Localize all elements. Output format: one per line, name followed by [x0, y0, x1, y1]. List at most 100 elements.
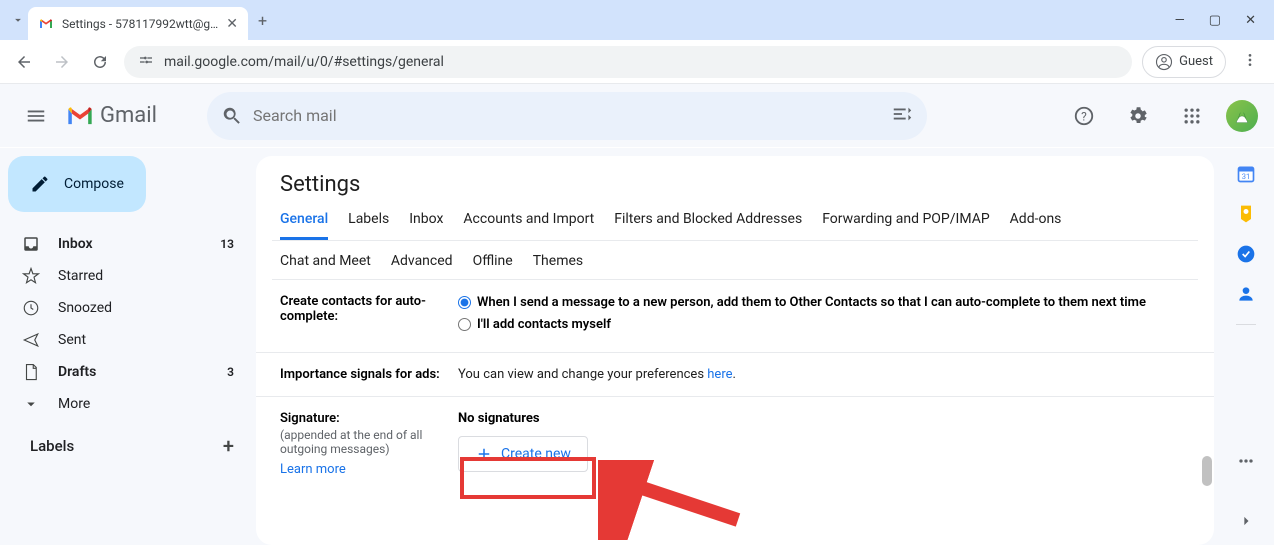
back-button[interactable]	[10, 48, 38, 76]
signature-learn-more-link[interactable]: Learn more	[280, 462, 450, 477]
browser-tab-strip: Settings - 578117992wtt@gm ✕ + — ▢ ✕	[0, 0, 1274, 40]
sidebar-item-count: 3	[227, 365, 234, 379]
window-controls: — ▢ ✕	[1175, 13, 1266, 28]
sidebar-item-label: Sent	[58, 332, 86, 348]
settings-tabs: General Labels Inbox Accounts and Import…	[256, 211, 1214, 240]
keep-icon[interactable]	[1236, 204, 1256, 224]
signature-sub: (appended at the end of all outgoing mes…	[280, 428, 450, 456]
sidebar-item-inbox[interactable]: Inbox 13	[0, 228, 248, 260]
gmail-logo-icon	[66, 105, 94, 127]
sidebar-item-label: More	[58, 396, 90, 412]
calendar-icon[interactable]: 31	[1236, 164, 1256, 184]
sidebar-item-sent[interactable]: Sent	[0, 324, 248, 356]
create-new-label: Create new	[501, 446, 571, 462]
tab-forwarding[interactable]: Forwarding and POP/IMAP	[822, 211, 989, 240]
tab-accounts[interactable]: Accounts and Import	[463, 211, 594, 240]
tab-addons[interactable]: Add-ons	[1010, 211, 1062, 240]
close-window-button[interactable]: ✕	[1245, 13, 1256, 28]
contacts-opt-manual[interactable]: I'll add contacts myself	[458, 316, 1190, 334]
sidebar-item-label: Starred	[58, 268, 103, 284]
search-input[interactable]	[253, 106, 891, 125]
maximize-button[interactable]: ▢	[1209, 13, 1221, 28]
scrollbar-thumb[interactable]	[1202, 456, 1212, 486]
settings-panel: Settings General Labels Inbox Accounts a…	[256, 156, 1214, 545]
compose-button[interactable]: Compose	[8, 156, 146, 212]
svg-text:31: 31	[1242, 172, 1250, 181]
setting-signature: Signature: (appended at the end of all o…	[256, 397, 1214, 491]
browser-menu-button[interactable]	[1236, 52, 1264, 72]
gmail-logo[interactable]: Gmail	[66, 103, 157, 128]
minimize-button[interactable]: —	[1175, 13, 1185, 28]
browser-tab[interactable]: Settings - 578117992wtt@gm ✕	[28, 7, 248, 40]
chevron-down-icon	[22, 395, 40, 413]
sidebar-item-drafts[interactable]: Drafts 3	[0, 356, 248, 388]
settings-button[interactable]	[1118, 96, 1158, 136]
sidebar: Compose Inbox 13 Starred Snoozed Sent Dr…	[0, 148, 256, 545]
clock-icon	[22, 299, 40, 317]
main-menu-button[interactable]	[16, 96, 56, 136]
contacts-radio-manual[interactable]	[458, 318, 471, 331]
pencil-icon	[30, 174, 50, 194]
search-bar[interactable]	[207, 92, 927, 140]
plus-icon	[475, 445, 493, 463]
ads-text: You can view and change your preferences	[458, 367, 707, 382]
help-button[interactable]: ?	[1064, 96, 1104, 136]
contacts-opt-auto-label: When I send a message to a new person, a…	[477, 294, 1146, 312]
create-new-signature-button[interactable]: Create new	[458, 436, 588, 472]
url-bar[interactable]: mail.google.com/mail/u/0/#settings/gener…	[124, 46, 1132, 78]
search-options-button[interactable]	[891, 103, 913, 129]
contacts-label: Create contacts for auto-complete:	[280, 294, 426, 324]
tasks-icon[interactable]	[1236, 244, 1256, 264]
tab-offline[interactable]: Offline	[473, 253, 513, 279]
sidebar-item-snoozed[interactable]: Snoozed	[0, 292, 248, 324]
browser-toolbar: mail.google.com/mail/u/0/#settings/gener…	[0, 40, 1274, 84]
tab-general[interactable]: General	[280, 211, 328, 240]
sidebar-item-label: Drafts	[58, 364, 96, 380]
settings-title: Settings	[256, 172, 1214, 211]
tab-filters[interactable]: Filters and Blocked Addresses	[614, 211, 802, 240]
setting-contacts: Create contacts for auto-complete: When …	[256, 280, 1214, 353]
send-icon	[22, 331, 40, 349]
tab-chat[interactable]: Chat and Meet	[280, 253, 371, 279]
signature-label: Signature:	[280, 411, 340, 426]
settings-tabs-row2: Chat and Meet Advanced Offline Themes	[256, 241, 1214, 279]
main-area: Compose Inbox 13 Starred Snoozed Sent Dr…	[0, 148, 1274, 545]
contacts-radio-auto[interactable]	[458, 296, 471, 309]
content-wrap: Settings General Labels Inbox Accounts a…	[256, 148, 1218, 545]
star-icon	[22, 267, 40, 285]
no-signatures-text: No signatures	[458, 411, 540, 426]
guest-label: Guest	[1179, 54, 1213, 69]
sidebar-item-starred[interactable]: Starred	[0, 260, 248, 292]
sidebar-item-label: Inbox	[58, 236, 93, 252]
tab-inbox[interactable]: Inbox	[409, 211, 443, 240]
forward-button[interactable]	[48, 48, 76, 76]
more-horizontal-icon[interactable]	[1236, 451, 1256, 471]
tab-list-dropdown[interactable]	[8, 10, 28, 30]
labels-header: Labels +	[8, 420, 248, 458]
tab-labels[interactable]: Labels	[348, 211, 389, 240]
tab-themes[interactable]: Themes	[533, 253, 583, 279]
tab-advanced[interactable]: Advanced	[391, 253, 453, 279]
add-label-button[interactable]: +	[223, 434, 234, 458]
tab-close-icon[interactable]: ✕	[226, 16, 238, 32]
reload-button[interactable]	[86, 48, 114, 76]
sidebar-item-more[interactable]: More	[0, 388, 248, 420]
contacts-icon[interactable]	[1236, 284, 1256, 304]
svg-text:?: ?	[1081, 109, 1087, 123]
contacts-opt-manual-label: I'll add contacts myself	[477, 316, 611, 334]
ads-label: Importance signals for ads:	[280, 367, 440, 382]
ads-here-link[interactable]: here	[707, 367, 732, 382]
account-avatar[interactable]	[1226, 100, 1258, 132]
side-panel-expand-button[interactable]	[1236, 511, 1256, 535]
tab-title: Settings - 578117992wtt@gm	[62, 17, 218, 31]
ads-text-post: .	[733, 367, 736, 382]
gmail-favicon-icon	[38, 16, 54, 32]
guest-profile-chip[interactable]: Guest	[1142, 46, 1226, 78]
sidebar-item-count: 13	[220, 237, 234, 251]
compose-label: Compose	[64, 176, 124, 192]
url-text: mail.google.com/mail/u/0/#settings/gener…	[164, 54, 444, 70]
contacts-opt-auto[interactable]: When I send a message to a new person, a…	[458, 294, 1190, 312]
new-tab-button[interactable]: +	[258, 11, 267, 30]
search-icon	[221, 105, 243, 127]
apps-button[interactable]	[1172, 96, 1212, 136]
